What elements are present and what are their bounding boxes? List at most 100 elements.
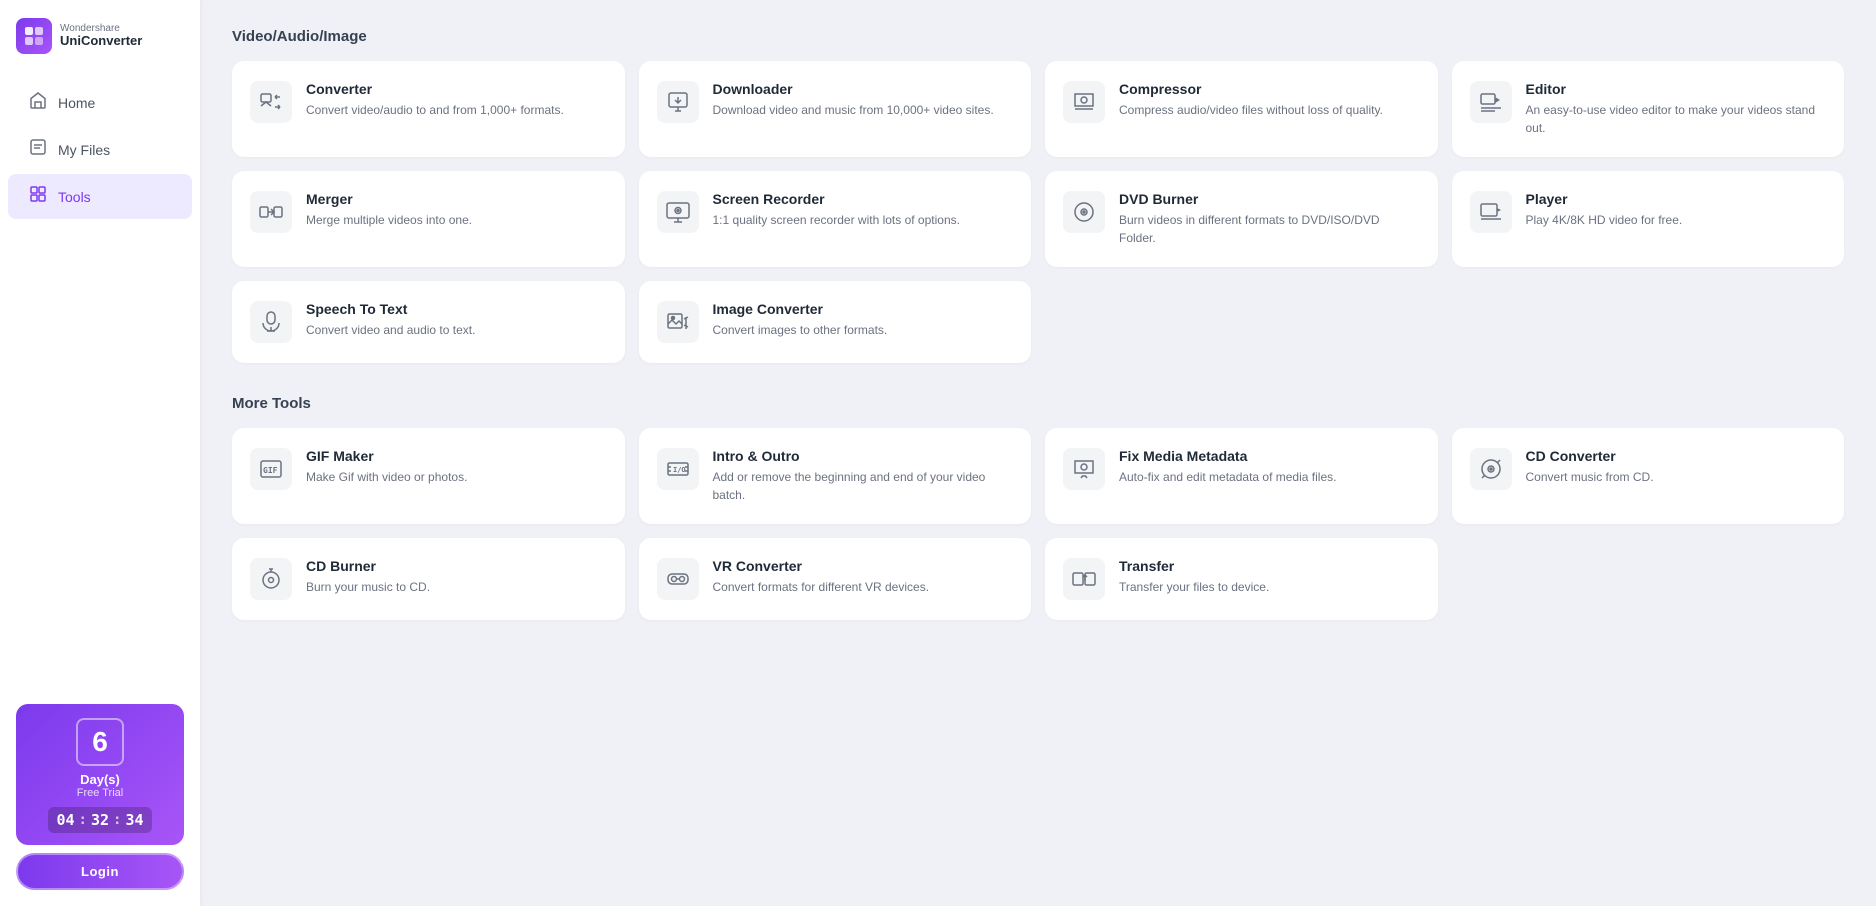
compressor-desc: Compress audio/video files without loss … xyxy=(1119,101,1383,119)
editor-desc: An easy-to-use video editor to make your… xyxy=(1526,101,1827,137)
gif-maker-desc: Make Gif with video or photos. xyxy=(306,468,467,486)
tools-icon xyxy=(28,185,48,208)
vr-converter-icon xyxy=(657,558,699,600)
fix-media-metadata-name: Fix Media Metadata xyxy=(1119,448,1336,464)
gif-maker-icon: GIF xyxy=(250,448,292,490)
tool-compressor[interactable]: Compressor Compress audio/video files wi… xyxy=(1045,61,1438,157)
fix-media-metadata-desc: Auto-fix and edit metadata of media file… xyxy=(1119,468,1336,486)
dvd-burner-desc: Burn videos in different formats to DVD/… xyxy=(1119,211,1420,247)
tool-converter[interactable]: Converter Convert video/audio to and fro… xyxy=(232,61,625,157)
tool-cd-burner[interactable]: CD Burner Burn your music to CD. xyxy=(232,538,625,620)
transfer-icon xyxy=(1063,558,1105,600)
section-title-video: Video/Audio/Image xyxy=(232,28,1844,45)
timer-minutes: 32 xyxy=(91,811,109,829)
dvd-burner-name: DVD Burner xyxy=(1119,191,1420,207)
tool-downloader[interactable]: Downloader Download video and music from… xyxy=(639,61,1032,157)
transfer-desc: Transfer your files to device. xyxy=(1119,578,1269,596)
compressor-icon xyxy=(1063,81,1105,123)
section-more-tools: More Tools GIF GIF Maker Make Gif with v… xyxy=(232,395,1844,620)
sidebar-bottom: 6 Day(s) Free Trial 04 : 32 : 34 Login xyxy=(0,688,200,906)
sidebar-item-my-files[interactable]: My Files xyxy=(8,127,192,172)
cd-burner-icon xyxy=(250,558,292,600)
sidebar-item-home[interactable]: Home xyxy=(8,80,192,125)
sidebar-item-home-label: Home xyxy=(58,95,95,111)
trial-day-label: Day(s) xyxy=(80,772,120,787)
sidebar-nav: Home My Files Tools xyxy=(0,78,200,221)
merger-name: Merger xyxy=(306,191,472,207)
section-video-audio-image: Video/Audio/Image Converter Convert vide… xyxy=(232,28,1844,363)
player-icon xyxy=(1470,191,1512,233)
video-tools-grid: Converter Convert video/audio to and fro… xyxy=(232,61,1844,363)
tool-vr-converter[interactable]: VR Converter Convert formats for differe… xyxy=(639,538,1032,620)
merger-icon xyxy=(250,191,292,233)
cd-converter-name: CD Converter xyxy=(1526,448,1654,464)
cd-converter-desc: Convert music from CD. xyxy=(1526,468,1654,486)
screen-recorder-name: Screen Recorder xyxy=(713,191,960,207)
editor-name: Editor xyxy=(1526,81,1827,97)
tool-dvd-burner[interactable]: DVD Burner Burn videos in different form… xyxy=(1045,171,1438,267)
tool-player[interactable]: Player Play 4K/8K HD video for free. xyxy=(1452,171,1845,267)
intro-outro-name: Intro & Outro xyxy=(713,448,1014,464)
home-icon xyxy=(28,91,48,114)
converter-desc: Convert video/audio to and from 1,000+ f… xyxy=(306,101,564,119)
vr-converter-desc: Convert formats for different VR devices… xyxy=(713,578,930,596)
app-logo: Wondershare UniConverter xyxy=(0,0,200,78)
cd-burner-name: CD Burner xyxy=(306,558,430,574)
transfer-name: Transfer xyxy=(1119,558,1269,574)
tool-speech-to-text[interactable]: Speech To Text Convert video and audio t… xyxy=(232,281,625,363)
section-title-more: More Tools xyxy=(232,395,1844,412)
speech-to-text-desc: Convert video and audio to text. xyxy=(306,321,475,339)
converter-name: Converter xyxy=(306,81,564,97)
sidebar-item-tools-label: Tools xyxy=(58,189,91,205)
image-converter-icon xyxy=(657,301,699,343)
screen-recorder-icon xyxy=(657,191,699,233)
tool-fix-media-metadata[interactable]: Fix Media Metadata Auto-fix and edit met… xyxy=(1045,428,1438,524)
image-converter-name: Image Converter xyxy=(713,301,888,317)
tool-gif-maker[interactable]: GIF GIF Maker Make Gif with video or pho… xyxy=(232,428,625,524)
tool-screen-recorder[interactable]: Screen Recorder 1:1 quality screen recor… xyxy=(639,171,1032,267)
speech-to-text-name: Speech To Text xyxy=(306,301,475,317)
downloader-desc: Download video and music from 10,000+ vi… xyxy=(713,101,994,119)
trial-day-number: 6 xyxy=(76,718,124,766)
files-icon xyxy=(28,138,48,161)
tool-editor[interactable]: Editor An easy-to-use video editor to ma… xyxy=(1452,61,1845,157)
logo-icon xyxy=(16,18,52,54)
speech-to-text-icon xyxy=(250,301,292,343)
screen-recorder-desc: 1:1 quality screen recorder with lots of… xyxy=(713,211,960,229)
intro-outro-desc: Add or remove the beginning and end of y… xyxy=(713,468,1014,504)
trial-card: 6 Day(s) Free Trial 04 : 32 : 34 xyxy=(16,704,184,845)
sidebar: Wondershare UniConverter Home My Files xyxy=(0,0,200,906)
dvd-burner-icon xyxy=(1063,191,1105,233)
merger-desc: Merge multiple videos into one. xyxy=(306,211,472,229)
gif-maker-name: GIF Maker xyxy=(306,448,467,464)
timer-hours: 04 xyxy=(56,811,74,829)
compressor-name: Compressor xyxy=(1119,81,1383,97)
cd-converter-icon xyxy=(1470,448,1512,490)
trial-sub-label: Free Trial xyxy=(77,787,123,799)
converter-icon xyxy=(250,81,292,123)
more-tools-grid: GIF GIF Maker Make Gif with video or pho… xyxy=(232,428,1844,620)
vr-converter-name: VR Converter xyxy=(713,558,930,574)
editor-icon xyxy=(1470,81,1512,123)
downloader-name: Downloader xyxy=(713,81,994,97)
player-name: Player xyxy=(1526,191,1683,207)
svg-text:I/O: I/O xyxy=(673,466,686,474)
login-button[interactable]: Login xyxy=(16,853,184,890)
tool-intro-outro[interactable]: I/O Intro & Outro Add or remove the begi… xyxy=(639,428,1032,524)
logo-product: UniConverter xyxy=(60,34,142,48)
tool-cd-converter[interactable]: CD Converter Convert music from CD. xyxy=(1452,428,1845,524)
sidebar-item-my-files-label: My Files xyxy=(58,142,110,158)
tool-transfer[interactable]: Transfer Transfer your files to device. xyxy=(1045,538,1438,620)
downloader-icon xyxy=(657,81,699,123)
fix-media-metadata-icon xyxy=(1063,448,1105,490)
tool-image-converter[interactable]: Image Converter Convert images to other … xyxy=(639,281,1032,363)
svg-text:GIF: GIF xyxy=(263,466,278,475)
main-content: Video/Audio/Image Converter Convert vide… xyxy=(200,0,1876,906)
player-desc: Play 4K/8K HD video for free. xyxy=(1526,211,1683,229)
trial-timer: 04 : 32 : 34 xyxy=(48,807,151,833)
sidebar-item-tools[interactable]: Tools xyxy=(8,174,192,219)
cd-burner-desc: Burn your music to CD. xyxy=(306,578,430,596)
intro-outro-icon: I/O xyxy=(657,448,699,490)
timer-seconds: 34 xyxy=(125,811,143,829)
tool-merger[interactable]: Merger Merge multiple videos into one. xyxy=(232,171,625,267)
